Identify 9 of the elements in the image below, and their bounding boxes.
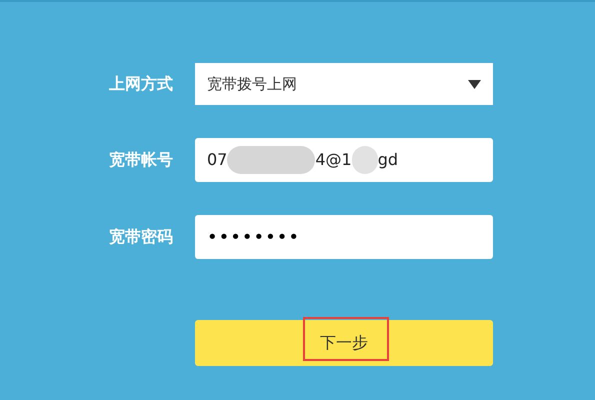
redaction-blur xyxy=(352,146,378,174)
next-button[interactable]: 下一步 xyxy=(195,320,493,366)
field-label: 宽带密码 xyxy=(108,226,174,248)
caret-icon xyxy=(468,80,481,88)
password-field[interactable]: •••••••• xyxy=(195,215,493,259)
dropdown[interactable]: 宽带拨号上网 xyxy=(195,63,493,105)
account-field[interactable]: 07 4@1 gd xyxy=(195,138,493,182)
field-label: 上网方式 xyxy=(108,73,174,95)
field-label: 宽带帐号 xyxy=(108,149,174,171)
